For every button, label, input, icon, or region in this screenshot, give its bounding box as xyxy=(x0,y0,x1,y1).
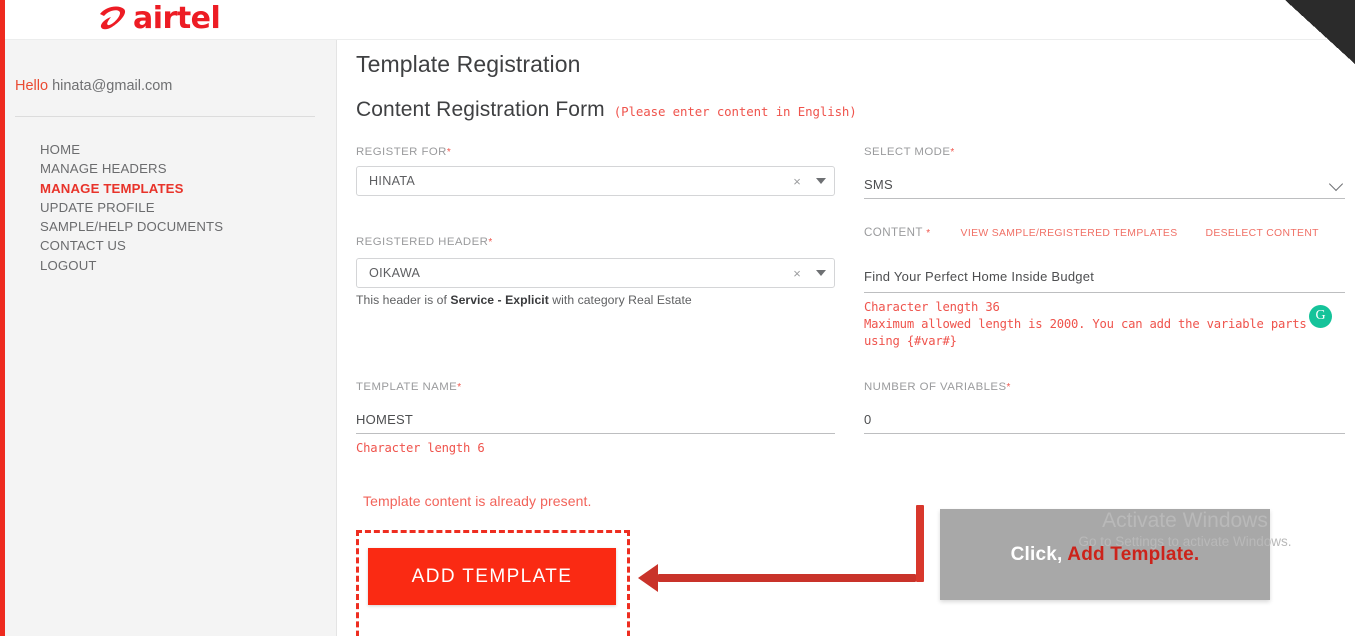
template-name-value: HOMEST xyxy=(356,412,414,427)
form-language-note: (Please enter content in English) xyxy=(613,104,857,119)
chevron-down-icon[interactable] xyxy=(808,270,834,276)
sidebar-item-contact-us[interactable]: CONTACT US xyxy=(40,236,223,255)
registered-header-helper: This header is of Service - Explicit wit… xyxy=(356,293,692,307)
register-for-label: REGISTER FOR* xyxy=(356,146,452,158)
required-asterisk: * xyxy=(1006,382,1011,393)
app-root: airtel Hello hinata@gmail.com HOME MANAG… xyxy=(0,0,1355,636)
content-max-length-note: Maximum allowed length is 2000. You can … xyxy=(864,317,1307,348)
form-error-message: Template content is already present. xyxy=(363,493,592,509)
watermark-line-2: Go to Settings to activate Windows. xyxy=(1078,534,1292,550)
chevron-down-icon[interactable] xyxy=(808,178,834,184)
register-for-select[interactable]: HINATA × xyxy=(356,166,835,196)
deselect-content-link[interactable]: DESELECT CONTENT xyxy=(1206,228,1319,239)
airtel-swoosh-icon xyxy=(100,6,126,30)
select-mode-value: SMS xyxy=(864,177,893,192)
view-sample-registered-templates-link[interactable]: VIEW SAMPLE/REGISTERED TEMPLATES xyxy=(961,228,1178,239)
form-title: Content Registration Form xyxy=(356,98,605,121)
annotation-arrow-head xyxy=(638,564,658,592)
content-label: CONTENT * xyxy=(864,226,931,239)
number-of-variables-input[interactable]: 0 xyxy=(864,403,1345,434)
required-asterisk: * xyxy=(457,382,462,393)
watermark-line-1: Activate Windows xyxy=(1102,509,1268,532)
chevron-down-icon[interactable] xyxy=(1330,178,1343,191)
required-asterisk: * xyxy=(488,237,493,248)
content-char-count: Character length 36 xyxy=(864,300,1000,314)
content-label-row: CONTENT * VIEW SAMPLE/REGISTERED TEMPLAT… xyxy=(864,226,1345,239)
registered-header-clear-icon[interactable]: × xyxy=(786,267,808,280)
page-left-accent-bar xyxy=(0,0,5,636)
select-mode-label: SELECT MODE* xyxy=(864,146,955,158)
sidebar-item-logout[interactable]: LOGOUT xyxy=(40,256,223,275)
top-header-bar: airtel xyxy=(5,0,1355,40)
content-textarea[interactable]: Find Your Perfect Home Inside Budget xyxy=(864,249,1345,293)
required-asterisk: * xyxy=(446,147,452,158)
required-asterisk: * xyxy=(926,228,931,239)
add-template-button[interactable]: ADD TEMPLATE xyxy=(368,548,616,605)
register-for-clear-icon[interactable]: × xyxy=(786,175,808,188)
corner-triangle-decoration xyxy=(1285,0,1355,64)
sidebar-nav: HOME MANAGE HEADERS MANAGE TEMPLATES UPD… xyxy=(40,140,223,275)
number-of-variables-value: 0 xyxy=(864,412,872,427)
registered-header-label: REGISTERED HEADER* xyxy=(356,236,493,248)
required-asterisk: * xyxy=(950,147,955,158)
sidebar-item-sample-help-documents[interactable]: SAMPLE/HELP DOCUMENTS xyxy=(40,217,223,236)
register-for-value: HINATA xyxy=(369,174,416,188)
greeting-email: hinata@gmail.com xyxy=(52,78,173,94)
airtel-logo-text: airtel xyxy=(133,1,221,36)
form-title-row: Content Registration Form (Please enter … xyxy=(356,98,857,122)
greeting: Hello hinata@gmail.com xyxy=(15,78,172,94)
select-mode-select[interactable]: SMS xyxy=(864,168,1345,199)
registered-header-select[interactable]: OIKAWA × xyxy=(356,258,835,288)
template-name-label: TEMPLATE NAME* xyxy=(356,381,462,393)
number-of-variables-label: NUMBER OF VARIABLES* xyxy=(864,381,1011,393)
airtel-logo[interactable]: airtel xyxy=(98,1,221,36)
sidebar: Hello hinata@gmail.com HOME MANAGE HEADE… xyxy=(5,40,337,636)
greeting-word: Hello xyxy=(15,78,49,94)
sidebar-item-home[interactable]: HOME xyxy=(40,140,223,159)
template-name-char-count: Character length 6 xyxy=(356,441,485,455)
sidebar-item-update-profile[interactable]: UPDATE PROFILE xyxy=(40,198,223,217)
page-title: Template Registration xyxy=(356,51,581,77)
annotation-arrow-shaft xyxy=(658,574,916,582)
sidebar-item-manage-templates[interactable]: MANAGE TEMPLATES xyxy=(40,179,223,198)
sidebar-divider xyxy=(15,116,315,117)
template-name-input[interactable]: HOMEST xyxy=(356,403,835,434)
annotation-arrow-riser xyxy=(916,505,924,582)
sidebar-item-manage-headers[interactable]: MANAGE HEADERS xyxy=(40,159,223,178)
registered-header-value: OIKAWA xyxy=(369,266,421,280)
content-value: Find Your Perfect Home Inside Budget xyxy=(864,269,1095,284)
windows-activation-watermark: Activate Windows Go to Settings to activ… xyxy=(1030,508,1340,551)
